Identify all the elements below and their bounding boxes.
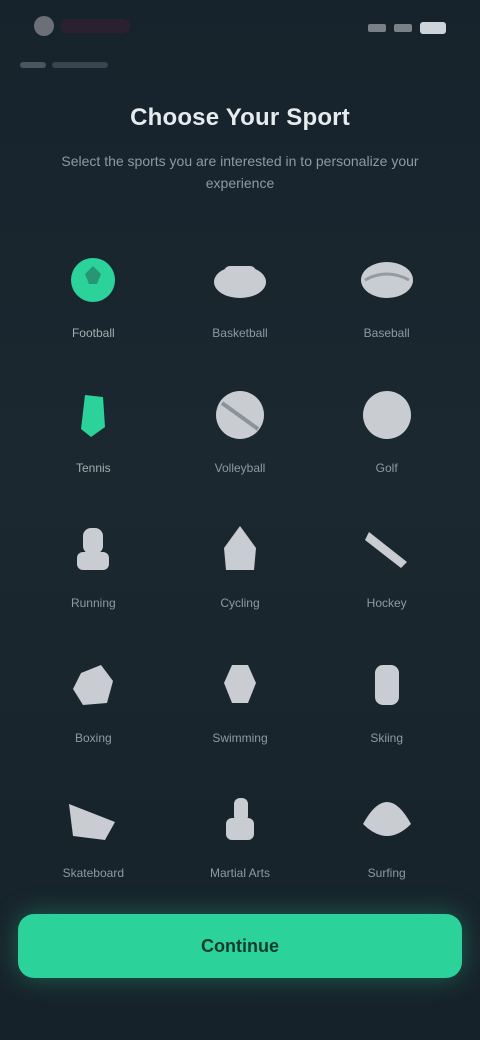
sport-option[interactable]: Hockey: [313, 498, 460, 633]
page-title: Choose Your Sport: [130, 104, 350, 131]
cycling-icon: [208, 518, 272, 582]
sport-option-label: Skateboard: [62, 866, 125, 880]
sport-option-label: Hockey: [366, 596, 407, 610]
sport-option-label: Running: [70, 596, 116, 610]
volleyball-icon: [208, 383, 272, 447]
sport-option[interactable]: Basketball: [167, 228, 314, 363]
status-right: [368, 22, 446, 34]
wifi-icon: [394, 24, 412, 32]
running-icon: [61, 518, 125, 582]
sport-option[interactable]: Football: [20, 228, 167, 363]
swimming-icon: [208, 653, 272, 717]
football-icon: [61, 248, 125, 312]
sport-option[interactable]: Tennis: [20, 363, 167, 498]
baseball-icon: [355, 248, 419, 312]
sport-option-label: Skiing: [370, 731, 403, 745]
hockey-icon: [355, 518, 419, 582]
sport-option-label: Basketball: [212, 326, 268, 340]
sport-option-label: Swimming: [212, 731, 268, 745]
sport-option[interactable]: Boxing: [20, 633, 167, 768]
sport-option[interactable]: Martial Arts: [167, 768, 314, 903]
sport-option[interactable]: Baseball: [313, 228, 460, 363]
sport-option[interactable]: Golf: [313, 363, 460, 498]
sport-option-label: Football: [71, 326, 115, 340]
signal-icon: [368, 24, 386, 32]
skiing-icon: [355, 653, 419, 717]
notification-icon: [34, 16, 54, 36]
sport-option[interactable]: Skateboard: [20, 768, 167, 903]
page-subtitle: Select the sports you are interested in …: [61, 153, 419, 191]
status-pill: [60, 19, 130, 33]
status-left: [34, 16, 130, 36]
golf-icon: [355, 383, 419, 447]
sport-option[interactable]: Surfing: [313, 768, 460, 903]
back-arrow-icon: [20, 62, 46, 68]
sport-option-label: Cycling: [220, 596, 260, 610]
sport-option[interactable]: Swimming: [167, 633, 314, 768]
status-bar: [0, 0, 480, 52]
sport-option-label: Surfing: [367, 866, 406, 880]
tennis-icon: [61, 383, 125, 447]
sport-option-label: Boxing: [74, 731, 112, 745]
battery-icon: [420, 22, 446, 34]
sport-option[interactable]: Cycling: [167, 498, 314, 633]
sport-grid: Football Basketball Baseball Tennis Volleyba…: [20, 228, 460, 903]
surfing-icon: [355, 788, 419, 852]
continue-button[interactable]: Continue: [18, 914, 462, 978]
basketball-icon: [208, 248, 272, 312]
sport-option[interactable]: Running: [20, 498, 167, 633]
sport-option[interactable]: Skiing: [313, 633, 460, 768]
sport-option-label: Tennis: [75, 461, 111, 475]
boxing-icon: [61, 653, 125, 717]
back-link[interactable]: [20, 58, 110, 72]
sport-option-label: Baseball: [363, 326, 410, 340]
martial-arts-icon: [208, 788, 272, 852]
back-label: [52, 62, 108, 68]
sport-option-label: Volleyball: [214, 461, 266, 475]
skateboard-icon: [61, 788, 125, 852]
sport-option[interactable]: Volleyball: [167, 363, 314, 498]
sport-option-label: Golf: [375, 461, 398, 475]
sport-option-label: Martial Arts: [209, 866, 270, 880]
